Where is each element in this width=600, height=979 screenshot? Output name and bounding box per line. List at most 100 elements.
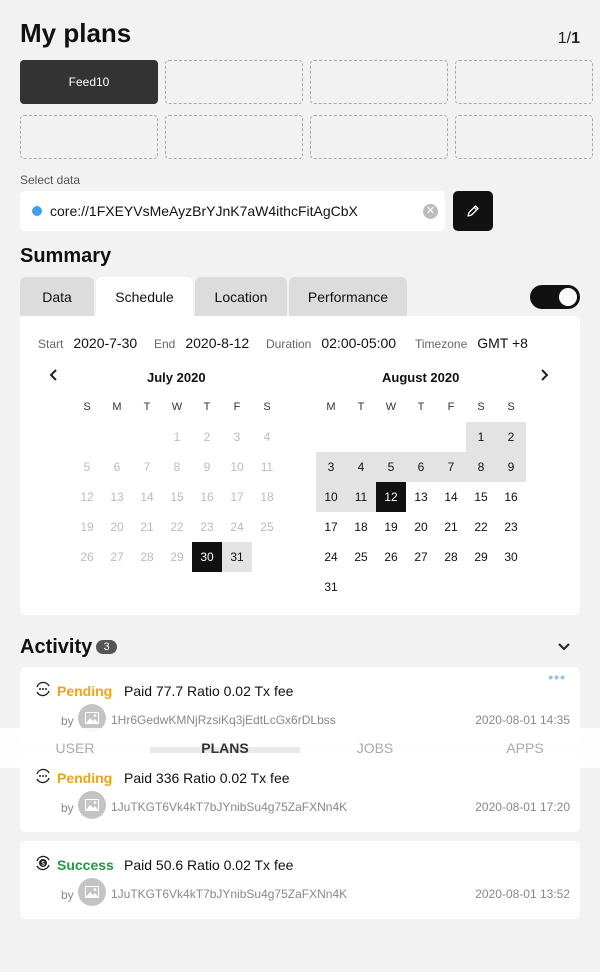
calendar-day[interactable]: 8 xyxy=(162,452,192,482)
plan-slot-empty[interactable] xyxy=(165,60,303,104)
calendar-day[interactable]: 13 xyxy=(102,482,132,512)
calendar-day[interactable]: 22 xyxy=(466,512,496,542)
calendar-day[interactable]: 27 xyxy=(102,542,132,572)
calendar-day[interactable]: 18 xyxy=(252,482,282,512)
calendar-day[interactable]: 26 xyxy=(376,542,406,572)
calendar-day[interactable]: 24 xyxy=(222,512,252,542)
calendar-day[interactable]: 8 xyxy=(466,452,496,482)
plan-slot-empty[interactable] xyxy=(455,60,593,104)
calendar-day[interactable]: 30 xyxy=(192,542,222,572)
nav-apps[interactable]: APPS xyxy=(450,740,600,756)
calendar-blank xyxy=(376,422,406,452)
calendar-day[interactable]: 15 xyxy=(466,482,496,512)
calendar-day[interactable]: 2 xyxy=(192,422,222,452)
calendar-day[interactable]: 29 xyxy=(162,542,192,572)
nav-user[interactable]: USER xyxy=(0,740,150,756)
weekday-label: W xyxy=(385,401,397,413)
calendar-day[interactable]: 28 xyxy=(436,542,466,572)
calendar-day[interactable]: 1 xyxy=(466,422,496,452)
weekday-label: T xyxy=(417,401,425,413)
calendar-day[interactable]: 7 xyxy=(436,452,466,482)
clear-icon[interactable]: ✕ xyxy=(423,204,438,219)
by-label: by xyxy=(61,888,74,902)
calendar-day[interactable]: 23 xyxy=(496,512,526,542)
nav-jobs[interactable]: JOBS xyxy=(300,740,450,756)
calendar-day[interactable]: 3 xyxy=(316,452,346,482)
plan-slot-feed10[interactable]: Feed10 xyxy=(20,60,158,104)
calendar-day[interactable]: 24 xyxy=(316,542,346,572)
calendar-day[interactable]: 17 xyxy=(222,482,252,512)
image-icon xyxy=(85,886,99,898)
calendar-day[interactable]: 10 xyxy=(222,452,252,482)
tab-location[interactable]: Location xyxy=(195,277,287,317)
calendar-day[interactable]: 7 xyxy=(132,452,162,482)
calendar-day[interactable]: 11 xyxy=(252,452,282,482)
calendar-day[interactable]: 21 xyxy=(132,512,162,542)
activity-address: 1JuTKGT6Vk4kT7bJYnibSu4g75ZaFXNn4K xyxy=(111,800,348,814)
plan-slot-empty[interactable] xyxy=(310,115,448,159)
plan-slot-empty[interactable] xyxy=(165,115,303,159)
calendar-day[interactable]: 14 xyxy=(436,482,466,512)
calendar-day[interactable]: 25 xyxy=(346,542,376,572)
address-field[interactable]: core://1FXEYVsMeAyzBrYJnK7aW4ithcFitAgCb… xyxy=(20,191,445,231)
plan-slot-empty[interactable] xyxy=(455,115,593,159)
next-month-icon[interactable] xyxy=(538,368,550,387)
calendar-day[interactable]: 4 xyxy=(252,422,282,452)
calendar-day[interactable]: 25 xyxy=(252,512,282,542)
calendar-day[interactable]: 30 xyxy=(496,542,526,572)
calendar-day[interactable]: 5 xyxy=(72,452,102,482)
calendar-day[interactable]: 28 xyxy=(132,542,162,572)
calendar-day[interactable]: 1 xyxy=(162,422,192,452)
calendar-day[interactable]: 23 xyxy=(192,512,222,542)
calendar-day[interactable]: 14 xyxy=(132,482,162,512)
chevron-down-icon[interactable] xyxy=(556,638,572,654)
calendar-day[interactable]: 20 xyxy=(102,512,132,542)
calendar-day[interactable]: 10 xyxy=(316,482,346,512)
calendar-day[interactable]: 26 xyxy=(72,542,102,572)
calendar-day[interactable]: 6 xyxy=(406,452,436,482)
calendar-day[interactable]: 31 xyxy=(222,542,252,572)
by-label: by xyxy=(61,714,74,728)
activity-item[interactable]: $ Success Paid 50.6 Ratio 0.02 Tx fee by… xyxy=(20,841,580,919)
calendar-day[interactable]: 18 xyxy=(346,512,376,542)
edit-button[interactable] xyxy=(453,191,493,231)
calendar-day[interactable]: 21 xyxy=(436,512,466,542)
calendar-day[interactable]: 29 xyxy=(466,542,496,572)
nav-plans[interactable]: PLANS xyxy=(150,740,300,756)
calendar-day[interactable]: 6 xyxy=(102,452,132,482)
summary-toggle[interactable] xyxy=(530,285,580,309)
avatar xyxy=(78,791,106,819)
calendar-day[interactable]: 20 xyxy=(406,512,436,542)
calendar-day[interactable]: 9 xyxy=(496,452,526,482)
calendar-day[interactable]: 3 xyxy=(222,422,252,452)
tab-data[interactable]: Data xyxy=(20,277,94,317)
calendar-day[interactable]: 4 xyxy=(346,452,376,482)
calendar-day[interactable]: 9 xyxy=(192,452,222,482)
weekday-label: S xyxy=(507,401,515,413)
tab-schedule[interactable]: Schedule xyxy=(96,277,193,317)
calendar-day[interactable]: 16 xyxy=(192,482,222,512)
calendar-day[interactable]: 27 xyxy=(406,542,436,572)
calendar-day[interactable]: 22 xyxy=(162,512,192,542)
plan-slot-empty[interactable] xyxy=(20,115,158,159)
calendar-day[interactable]: 12 xyxy=(72,482,102,512)
calendar-day[interactable]: 16 xyxy=(496,482,526,512)
tab-performance[interactable]: Performance xyxy=(289,277,407,317)
more-icon[interactable]: ••• xyxy=(548,669,566,685)
calendar-day[interactable]: 19 xyxy=(72,512,102,542)
calendar-day[interactable]: 2 xyxy=(496,422,526,452)
toggle-knob xyxy=(559,288,577,306)
calendar-day[interactable]: 15 xyxy=(162,482,192,512)
calendar-day[interactable]: 17 xyxy=(316,512,346,542)
calendar-day[interactable]: 12 xyxy=(376,482,406,512)
calendar-day[interactable]: 13 xyxy=(406,482,436,512)
prev-month-icon[interactable] xyxy=(48,368,60,387)
plan-slot-empty[interactable] xyxy=(310,60,448,104)
calendar-july: S M T W T F S 1 2 3 4 5 6 7 8 9 10 11 12 13 14 15 16 17 18 19 20 21… xyxy=(72,392,282,572)
calendar-day[interactable]: 11 xyxy=(346,482,376,512)
calendar-day[interactable]: 31 xyxy=(316,572,346,602)
calendar-day[interactable]: 5 xyxy=(376,452,406,482)
calendar-day[interactable]: 19 xyxy=(376,512,406,542)
calendar-blank xyxy=(436,422,466,452)
image-icon xyxy=(85,712,99,724)
